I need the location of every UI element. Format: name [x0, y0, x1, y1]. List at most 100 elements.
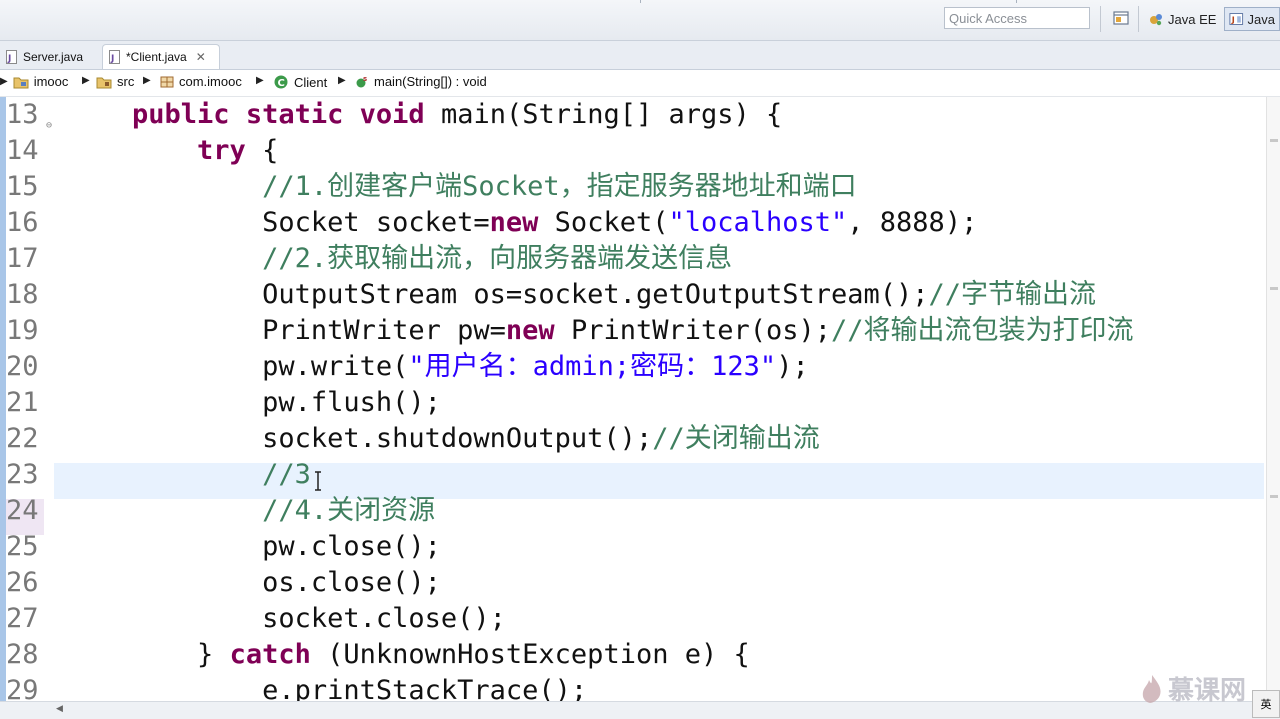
code-line[interactable]: try { — [67, 133, 278, 169]
code-text: ); — [776, 351, 809, 382]
code-line[interactable]: //4.关闭资源 — [67, 493, 435, 529]
code-keyword: catch — [229, 639, 311, 670]
breadcrumb-item-class[interactable]: C Client — [273, 74, 327, 90]
line-number: 18 — [6, 279, 39, 310]
code-comment: //3 — [262, 459, 311, 490]
code-comment: //字节输出流 — [928, 279, 1097, 310]
tab-server-java[interactable]: J Server.java — [0, 44, 98, 69]
code-line[interactable]: pw.flush(); — [67, 385, 441, 421]
quick-access-input[interactable]: Quick Access — [944, 7, 1090, 29]
project-folder-icon — [13, 77, 29, 88]
source-folder-icon — [96, 77, 112, 88]
code-line[interactable]: e.printStackTrace(); — [67, 673, 587, 701]
toolbar-separator — [1100, 6, 1101, 32]
tab-client-java[interactable]: J *Client.java ✕ — [102, 44, 220, 69]
code-line[interactable]: Socket socket=new Socket("localhost", 88… — [67, 205, 977, 241]
code-text: pw.write( — [67, 351, 409, 382]
code-text: PrintWriter(os); — [554, 315, 832, 346]
code-keyword: new — [489, 207, 539, 238]
ruler-marker[interactable] — [1270, 495, 1278, 498]
code-comment: //2.获取输出流，向服务器端发送信息 — [262, 243, 733, 274]
perspective-label: Java — [1247, 11, 1275, 27]
code-comment: //关闭输出流 — [652, 423, 820, 454]
perspective-java-button[interactable]: J Java — [1224, 7, 1280, 31]
breadcrumb-item-method[interactable]: s main(String[]) : void — [355, 74, 487, 89]
code-text: pw.flush(); — [67, 387, 441, 418]
perspective-java-ee-button[interactable]: Java EE — [1144, 7, 1220, 31]
method-icon: s — [356, 75, 367, 87]
code-text: , 8888); — [847, 207, 978, 238]
flame-logo-icon — [1142, 674, 1161, 703]
breadcrumb-item-project[interactable]: ▶ imooc — [0, 74, 68, 89]
code-line[interactable]: os.close(); — [67, 565, 441, 601]
code-editor[interactable]: 13 ⊖ 14 15 16 17 18 19 20 21 22 23 24 25 26 27 28 29 publ… — [0, 97, 1280, 701]
ime-indicator[interactable]: 英 — [1252, 690, 1280, 718]
text-cursor-icon — [315, 471, 321, 491]
ruler-marker[interactable] — [1270, 139, 1278, 142]
watermark-logo: 慕课网 — [1140, 670, 1246, 707]
breadcrumb: ▶ imooc ▶ src ▶ com.imooc ▶ C Client ▶ s… — [0, 70, 1280, 97]
toolbar-edge-marker — [640, 0, 641, 3]
main-toolbar: Quick Access Java EE J Java — [0, 0, 1280, 41]
svg-text:s: s — [363, 75, 367, 83]
code-text: main(String[] args) { — [424, 99, 783, 130]
code-keyword: public — [132, 99, 230, 130]
line-number: 16 — [6, 207, 39, 238]
chevron-right-icon: ▶ — [256, 75, 264, 86]
code-line[interactable]: socket.shutdownOutput();//关闭输出流 — [67, 421, 820, 457]
svg-text:C: C — [278, 78, 285, 89]
editor-tab-bar: J Server.java J *Client.java ✕ — [0, 41, 1280, 70]
code-string: "localhost" — [668, 207, 848, 238]
svg-text:J: J — [1231, 15, 1235, 25]
svg-text:J: J — [110, 54, 114, 64]
breadcrumb-item-package[interactable]: com.imooc — [160, 74, 242, 89]
java-ee-perspective-icon — [1150, 14, 1162, 26]
code-line[interactable]: //3 — [67, 457, 311, 493]
code-line[interactable]: //1.创建客户端Socket，指定服务器地址和端口 — [67, 169, 857, 205]
overview-ruler[interactable] — [1266, 97, 1280, 701]
line-number: 22 — [6, 423, 39, 454]
code-comment: //4.关闭资源 — [262, 495, 436, 526]
scroll-left-icon[interactable]: ◀ — [56, 704, 63, 714]
line-number: 21 — [6, 387, 39, 418]
code-line[interactable]: pw.close(); — [67, 529, 441, 565]
code-line[interactable]: socket.close(); — [67, 601, 506, 637]
line-number: 20 — [6, 351, 39, 382]
breadcrumb-label: src — [117, 74, 135, 89]
code-keyword: new — [505, 315, 555, 346]
code-line[interactable]: } catch (UnknownHostException e) { — [67, 637, 750, 673]
code-line[interactable]: OutputStream os=socket.getOutputStream()… — [67, 277, 1096, 313]
open-perspective-icon[interactable] — [1112, 9, 1132, 29]
code-line[interactable]: //2.获取输出流，向服务器端发送信息 — [67, 241, 732, 277]
line-number: 14 — [6, 135, 39, 166]
code-keyword: try — [197, 135, 246, 166]
chevron-right-icon: ▶ — [82, 75, 90, 86]
breadcrumb-item-src[interactable]: src — [96, 74, 134, 89]
code-text: socket.shutdownOutput(); — [67, 423, 653, 454]
class-icon: C — [274, 75, 288, 89]
code-line[interactable]: PrintWriter pw=new PrintWriter(os);//将输出… — [67, 313, 1133, 349]
tab-label: Server.java — [23, 49, 84, 64]
code-line[interactable]: pw.write("用户名：admin;密码：123"); — [67, 349, 809, 385]
code-line[interactable]: public static void main(String[] args) { — [67, 97, 782, 133]
line-number: 26 — [6, 567, 39, 598]
chevron-right-icon: ▶ — [0, 76, 8, 87]
ruler-marker[interactable] — [1270, 287, 1278, 290]
code-text: pw.close(); — [67, 531, 441, 562]
line-number: 25 — [6, 531, 39, 562]
horizontal-scrollbar[interactable]: ◀ — [0, 701, 1280, 719]
line-number: 28 — [6, 639, 39, 670]
code-text: { — [245, 135, 279, 166]
code-text: } — [67, 639, 230, 670]
close-icon[interactable]: ✕ — [196, 50, 206, 64]
code-keyword: void — [359, 99, 425, 130]
code-keyword: static — [245, 99, 344, 130]
code-text: Socket( — [538, 207, 669, 238]
breadcrumb-label: Client — [294, 74, 328, 90]
line-number: 23 — [6, 459, 39, 490]
